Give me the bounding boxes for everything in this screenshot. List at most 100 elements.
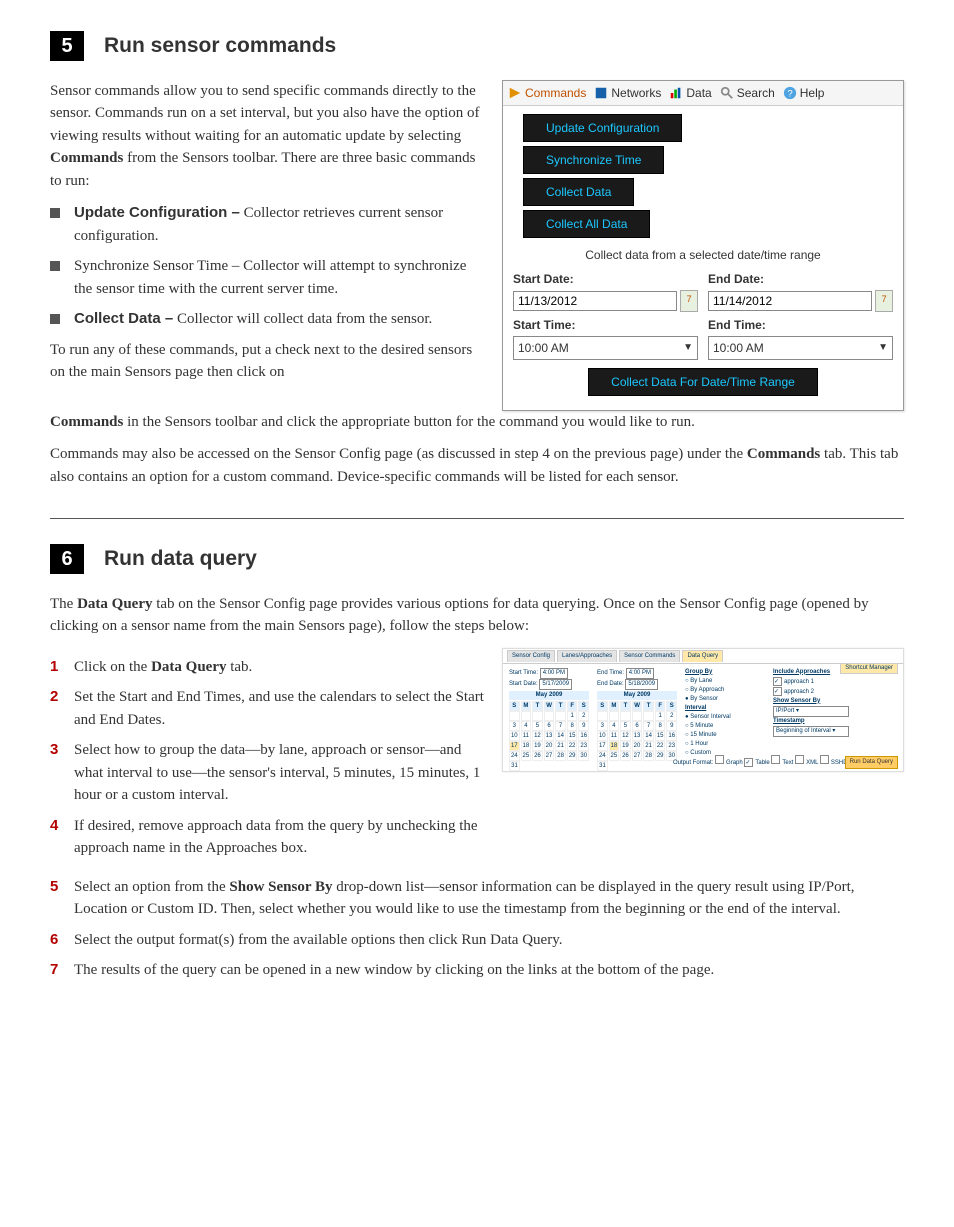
section5-number: 5 — [50, 31, 84, 61]
interval-opt-5min[interactable]: ○ 5 Minute — [685, 722, 765, 731]
chevron-down-icon: ▼ — [878, 340, 888, 355]
s5-p3: Commands may also be accessed on the Sen… — [50, 443, 904, 488]
thumb-tab-lanes[interactable]: Lanes/Approaches — [557, 650, 617, 662]
end-date-calendar-icon[interactable]: 7 — [875, 290, 893, 312]
tab-data[interactable]: Data — [666, 83, 714, 103]
interval-opt-15min[interactable]: ○ 15 Minute — [685, 731, 765, 740]
start-date-input[interactable] — [513, 291, 677, 311]
tab-networks-label: Networks — [611, 84, 661, 102]
collect-date-range-button[interactable]: Collect Data For Date/Time Range — [588, 368, 818, 396]
collect-data-button[interactable]: Collect Data — [523, 178, 634, 206]
collect-range-caption: Collect data from a selected date/time r… — [513, 246, 893, 264]
start-month: May 2009 — [509, 691, 589, 700]
tab-search-label: Search — [737, 84, 775, 102]
s6-li4: 4If desired, remove approach data from t… — [50, 815, 484, 860]
timestamp-select[interactable]: Beginning of Interval ▾ — [773, 726, 849, 737]
s5-intro-bold: Commands — [50, 150, 123, 166]
s5-p3a: Commands may also be accessed on the Sen… — [50, 446, 747, 462]
tab-help[interactable]: ? Help — [780, 83, 828, 103]
th-start-time-val[interactable]: 4:00 PM — [540, 668, 568, 679]
s5-p2c: in the Sensors toolbar and click the app… — [123, 414, 695, 430]
s6-li1c: tab. — [226, 659, 252, 675]
s6-li5b-bold: Show Sensor By — [229, 879, 332, 895]
help-icon: ? — [783, 86, 797, 100]
group-opt-lane[interactable]: ○ By Lane — [685, 677, 765, 686]
start-date-label: Start Date: — [513, 270, 698, 288]
th-end-time-val[interactable]: 4:00 PM — [626, 668, 654, 679]
s5-intro-a: Sensor commands allow you to send specif… — [50, 83, 480, 144]
end-time-value: 10:00 AM — [713, 339, 764, 357]
tab-networks[interactable]: Networks — [591, 83, 664, 103]
s6-n3: 3 — [50, 739, 58, 762]
s5-b1-bold: Update Configuration – — [74, 204, 240, 221]
s6-n2: 2 — [50, 686, 58, 709]
tab-commands-label: Commands — [525, 84, 586, 102]
thumb-tab-commands[interactable]: Sensor Commands — [619, 650, 680, 662]
group-opt-approach[interactable]: ○ By Approach — [685, 686, 765, 695]
of-sshd-check[interactable] — [820, 755, 829, 764]
section6-title: Run data query — [104, 543, 257, 575]
of-text-check[interactable] — [771, 755, 780, 764]
output-format-label: Output Format: — [673, 760, 713, 766]
s5-p2-a: To run any of these commands, put a chec… — [50, 339, 484, 384]
s6-li1b-bold: Data Query — [151, 659, 226, 675]
th-end-time-label: End Time: — [597, 670, 624, 676]
s6-p1c: tab on the Sensor Config page provides v… — [50, 596, 869, 635]
section-divider — [50, 518, 904, 519]
s6-n4: 4 — [50, 815, 58, 838]
s5-bullet2: Synchronize Sensor Time – Collector will… — [50, 255, 484, 300]
tab-commands[interactable]: Commands — [505, 83, 589, 103]
chevron-down-icon: ▼ — [683, 340, 693, 355]
s6-li5: 5Select an option from the Show Sensor B… — [50, 876, 904, 921]
s6-n1: 1 — [50, 656, 58, 679]
interval-opt-1hour[interactable]: ○ 1 Hour — [685, 740, 765, 749]
thumb-tab-sensorconfig[interactable]: Sensor Config — [507, 650, 555, 662]
output-format-row: Output Format: Graph ✓Table Text XML SSH… — [673, 755, 848, 768]
end-calendar[interactable]: End Time: 4:00 PM End Date: 5/18/2009 Ma… — [597, 668, 677, 771]
s6-n6: 6 — [50, 929, 58, 952]
start-calendar[interactable]: Start Time: 4:00 PM Start Date: 5/17/200… — [509, 668, 589, 771]
tab-search[interactable]: Search — [717, 83, 778, 103]
tab-help-label: Help — [800, 84, 825, 102]
s5-p2-cont: Commands in the Sensors toolbar and clic… — [50, 411, 904, 434]
update-configuration-button[interactable]: Update Configuration — [523, 114, 682, 142]
th-end-date-val[interactable]: 5/18/2009 — [625, 679, 658, 690]
commands-menu-screenshot: Commands Networks Data Search ? Help — [502, 80, 904, 411]
interval-opt-sensor[interactable]: ● Sensor Interval — [685, 713, 765, 722]
show-sensor-select[interactable]: IP/Port ▾ — [773, 706, 849, 717]
group-by-heading: Group By — [685, 668, 765, 677]
end-time-select[interactable]: 10:00 AM ▼ — [708, 336, 893, 360]
section6-number: 6 — [50, 544, 84, 574]
start-date-calendar-icon[interactable]: 7 — [680, 290, 698, 312]
of-graph-check[interactable] — [715, 755, 724, 764]
th-start-time-label: Start Time: — [509, 670, 538, 676]
data-query-screenshot: Sensor Config Lanes/Approaches Sensor Co… — [502, 648, 904, 772]
s6-p1b-bold: Data Query — [77, 596, 152, 612]
collect-all-data-button[interactable]: Collect All Data — [523, 210, 650, 238]
thumb-tab-dataquery[interactable]: Data Query — [682, 650, 723, 662]
s6-li2: 2Set the Start and End Times, and use th… — [50, 686, 484, 731]
end-date-input[interactable] — [708, 291, 872, 311]
of-xml-check[interactable] — [795, 755, 804, 764]
start-time-select[interactable]: 10:00 AM▼ — [513, 336, 698, 360]
end-time-label: End Time: — [708, 316, 893, 334]
of-table-check[interactable]: ✓ — [744, 758, 753, 767]
svg-text:?: ? — [787, 88, 792, 99]
th-start-date-label: Start Date: — [509, 681, 538, 687]
s5-p3b-bold: Commands — [747, 446, 820, 462]
synchronize-time-button[interactable]: Synchronize Time — [523, 146, 664, 174]
s6-li3: 3Select how to group the data—by lane, a… — [50, 739, 484, 807]
s6-li1: 1 Click on the Data Query tab. — [50, 656, 484, 679]
th-start-date-val[interactable]: 5/17/2009 — [539, 679, 572, 690]
group-opt-sensor[interactable]: ● By Sensor — [685, 695, 765, 704]
s6-li1a: Click on the — [74, 659, 151, 675]
shortcut-manager-button[interactable]: Shortcut Manager — [840, 663, 898, 674]
approach1-checkbox[interactable]: ✓approach 1 — [773, 677, 853, 687]
show-sensor-heading: Show Sensor By — [773, 697, 853, 706]
s6-intro: The Data Query tab on the Sensor Config … — [50, 593, 904, 638]
run-data-query-button[interactable]: Run Data Query — [845, 756, 898, 769]
th-end-date-label: End Date: — [597, 681, 624, 687]
approach2-checkbox[interactable]: ✓approach 2 — [773, 687, 853, 697]
data-icon — [669, 86, 683, 100]
s5-b3-rest: Collector will collect data from the sen… — [173, 311, 432, 327]
